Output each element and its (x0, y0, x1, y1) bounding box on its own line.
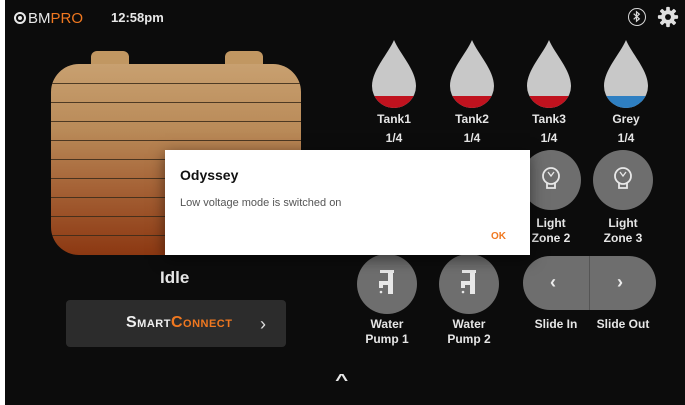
gear-icon[interactable] (657, 6, 679, 28)
tank-2[interactable]: Tank2 1/4 (444, 38, 500, 145)
chevron-left-icon: ‹ (550, 272, 556, 292)
bluetooth-icon[interactable] (628, 8, 646, 26)
tank-level: 1/4 (540, 131, 558, 145)
water-drop-icon (372, 40, 416, 108)
bmpro-logo: BM PRO (14, 9, 83, 27)
light-zone-2-button[interactable] (521, 150, 581, 210)
light-zone-2-label: Light Zone 2 (531, 216, 571, 245)
brand-prefix: BM (28, 9, 51, 27)
lightbulb-icon (542, 167, 560, 189)
lightbulb-icon (614, 167, 632, 189)
caret-up-icon[interactable]: ^ (335, 372, 348, 390)
tank-name: Tank3 (532, 112, 566, 126)
dialog-message: Low voltage mode is switched on (180, 197, 342, 209)
light-zone-3-label: Light Zone 3 (603, 216, 643, 245)
tank-level: 1/4 (385, 131, 403, 145)
tap-icon (379, 270, 394, 294)
battery-status-label: Idle (160, 268, 190, 287)
slide-out-button[interactable]: › (590, 256, 656, 310)
chevron-right-icon: › (260, 314, 266, 334)
tank-1[interactable]: Tank1 1/4 (366, 38, 422, 145)
water-pump-1-label: Water Pump 1 (365, 317, 409, 346)
water-pump-2-label: Water Pump 2 (447, 317, 491, 346)
screen: BM PRO 12:58pm Idle SmartConnect › Tank1… (5, 0, 685, 405)
smartconnect-button[interactable]: SmartConnect › (66, 300, 286, 347)
chevron-right-icon: › (617, 272, 623, 292)
slide-out-label: Slide Out (596, 317, 650, 331)
tank-name: Tank2 (455, 112, 489, 126)
tank-name: Tank1 (377, 112, 411, 126)
tap-icon (461, 270, 476, 294)
smartconnect-label: SmartConnect (126, 314, 233, 331)
light-zone-3-button[interactable] (593, 150, 653, 210)
tank-name: Grey (612, 112, 640, 126)
water-drop-icon (450, 40, 494, 108)
ok-button[interactable]: OK (491, 231, 506, 242)
water-pump-2-button[interactable] (439, 254, 499, 314)
tank-3[interactable]: Tank3 1/4 (521, 38, 577, 145)
slide-in-label: Slide In (534, 317, 578, 331)
tank-grey[interactable]: Grey 1/4 (598, 38, 654, 145)
clock: 12:58pm (111, 10, 164, 25)
water-drop-icon (527, 40, 571, 108)
dialog-title: Odyssey (180, 167, 239, 183)
logo-mark-icon (14, 12, 26, 24)
water-drop-icon (604, 40, 648, 108)
tank-level: 1/4 (617, 131, 635, 145)
brand-suffix: PRO (50, 9, 84, 27)
alert-dialog: Odyssey Low voltage mode is switched on … (165, 150, 530, 255)
slide-control: ‹ › (523, 256, 656, 310)
water-pump-1-button[interactable] (357, 254, 417, 314)
tank-level: 1/4 (463, 131, 481, 145)
slide-in-button[interactable]: ‹ (523, 256, 589, 310)
